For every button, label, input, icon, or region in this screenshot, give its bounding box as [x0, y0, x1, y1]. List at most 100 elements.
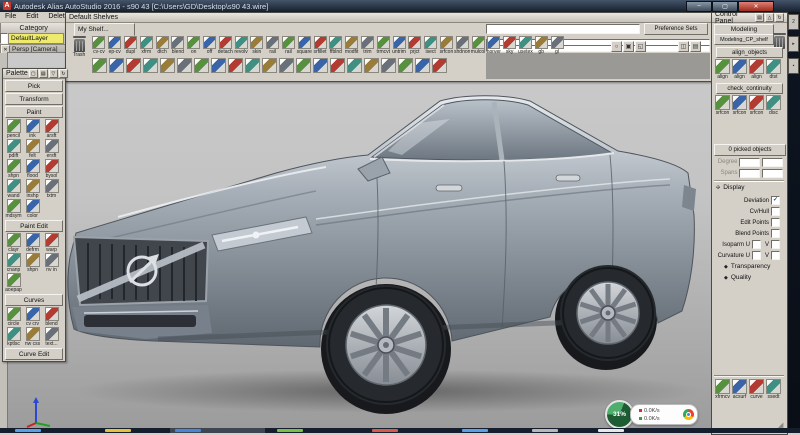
tool-mulcol[interactable]: mulcol [470, 36, 486, 55]
tool-gb[interactable]: gb [533, 36, 549, 55]
palette-section-transform[interactable]: Transform [5, 93, 63, 105]
panel-icon[interactable]: ▤ [690, 41, 701, 52]
display-section-header[interactable]: ✣ Display [716, 184, 745, 191]
taskbar-app-icon[interactable] [532, 429, 558, 432]
shelf-tool[interactable] [244, 58, 261, 73]
tool-kptlsc[interactable]: kptlsc [4, 327, 23, 347]
taskbar-app-icon[interactable] [462, 429, 488, 432]
picked-objects-bar[interactable]: 0 picked objects [714, 144, 786, 156]
tool-disc[interactable]: disc [765, 95, 782, 116]
edge-tab-2[interactable]: ▸ [788, 36, 799, 52]
tool-ffblnd[interactable]: ffblnd [328, 36, 344, 55]
shelf-tool[interactable] [380, 58, 397, 73]
shelf-tool[interactable] [363, 58, 380, 73]
tool-felt[interactable]: felt [23, 139, 42, 159]
tool-ersft[interactable]: ersft [42, 139, 61, 159]
shelf-tool[interactable] [278, 58, 295, 73]
shelf-tool[interactable] [176, 58, 193, 73]
quality-section[interactable]: ◆ Quality [724, 274, 751, 281]
tool-inshp[interactable]: inshp [23, 179, 42, 199]
spans-input-u[interactable] [739, 169, 760, 178]
shelf-tool[interactable] [312, 58, 329, 73]
rear-wheel[interactable] [560, 265, 656, 361]
tool-align[interactable]: align [731, 59, 748, 80]
tool-gl[interactable]: gl [549, 36, 565, 55]
tool-cv-crv[interactable]: cv crv [23, 307, 42, 327]
tool-curve[interactable]: curve [748, 379, 765, 400]
checkbox[interactable] [752, 240, 761, 249]
tool-align[interactable]: align [714, 59, 731, 80]
palette-section-curves[interactable]: Curves [5, 294, 63, 306]
tool-dtst[interactable]: dtst [765, 59, 782, 80]
shelf-tool[interactable] [227, 58, 244, 73]
tool-circle[interactable]: circle [4, 307, 23, 327]
tool-warp[interactable]: warp [42, 233, 61, 253]
tool-skin[interactable]: skin [249, 36, 265, 55]
taskbar-app-icon[interactable] [105, 429, 131, 432]
shelf-tool[interactable] [261, 58, 278, 73]
tool-mdsym[interactable]: mdsym [4, 199, 23, 219]
tool-on[interactable]: on [186, 36, 202, 55]
tab-my-shelf[interactable]: My Shelf... [74, 23, 135, 36]
checkbox[interactable]: ✓ [771, 196, 780, 205]
tool-isect[interactable]: isect [423, 36, 439, 55]
cp-shelf-name[interactable]: Modeling_CP_shelf [714, 34, 774, 45]
preference-sets-button[interactable]: Preference Sets [644, 23, 708, 35]
tool-dupl[interactable]: dupl [123, 36, 139, 55]
checkbox[interactable] [752, 251, 761, 260]
edge-tab-3[interactable]: ▪ [788, 58, 799, 74]
degree-input-u[interactable] [739, 158, 760, 167]
palette-window[interactable]: Palette ▢▤▽↻ PickTransformPaintpencilink… [2, 68, 66, 362]
expand-icon[interactable]: ✣ [716, 185, 720, 191]
palette-section-paint-edit[interactable]: Paint Edit [5, 220, 63, 232]
tool-wand[interactable]: wand [4, 179, 23, 199]
tool-nv-in[interactable]: nv in [42, 253, 61, 273]
tool-defrm[interactable]: defrm [23, 233, 42, 253]
menu-edit[interactable]: Edit [21, 12, 43, 22]
tool-bysol[interactable]: bysol [42, 159, 61, 179]
degree-input-v[interactable] [762, 158, 783, 167]
transparency-section[interactable]: ◆ Transparency [724, 263, 770, 270]
tool-srfcon[interactable]: srfcon [748, 95, 765, 116]
tool-arsft[interactable]: arsft [42, 119, 61, 139]
shelf-tool[interactable] [108, 58, 125, 73]
palette-titlebar[interactable]: Palette ▢▤▽↻ [3, 69, 65, 79]
checkbox[interactable] [771, 229, 780, 238]
tool-shpn[interactable]: shpn [23, 253, 42, 273]
tool-pencil[interactable]: pencil [4, 119, 23, 139]
default-shelves-window[interactable]: Default Shelves My Shelf... Preference S… [65, 12, 713, 82]
tool-srfcon[interactable]: srfcon [439, 36, 455, 55]
shelf-tool[interactable] [431, 58, 448, 73]
checkbox[interactable] [771, 207, 780, 216]
cp-group-align_objects[interactable]: align_objects [716, 47, 783, 58]
minimize-button[interactable]: – [686, 1, 712, 12]
grid-icon[interactable]: ▣ [623, 41, 634, 52]
tool-trmcvt[interactable]: trmcvt [375, 36, 391, 55]
tool-srfcon[interactable]: srfcon [731, 95, 748, 116]
stack-icon[interactable]: ▤ [39, 69, 48, 78]
taskbar-app-icon[interactable] [15, 429, 41, 432]
pick-icon[interactable]: ◱ [635, 41, 646, 52]
cycle-icon[interactable]: ↻ [775, 13, 784, 22]
tool-revolv[interactable]: revolv [233, 36, 249, 55]
palette-section-curve-edit[interactable]: Curve Edit [5, 348, 63, 360]
tool-shpn[interactable]: shpn [4, 159, 23, 179]
tool-dtch[interactable]: dtch [154, 36, 170, 55]
pin-icon[interactable]: ▽ [49, 69, 58, 78]
tool-horver[interactable]: horver [486, 36, 502, 55]
taskbar-app-icon[interactable] [372, 429, 398, 432]
layer-visibility-toggle[interactable] [0, 33, 8, 44]
checkbox-v[interactable] [771, 251, 780, 260]
shelves-window-titlebar[interactable]: Default Shelves [66, 13, 712, 23]
shelf-tool[interactable] [159, 58, 176, 73]
tool-ink[interactable]: ink [23, 119, 42, 139]
tool-usetex[interactable]: usetex [518, 36, 534, 55]
edge-tab-1[interactable]: 2 [788, 14, 799, 30]
tool-trim[interactable]: trim [360, 36, 376, 55]
tool-prjct[interactable]: prjct [407, 36, 423, 55]
tool-detach[interactable]: detach [217, 36, 233, 55]
tool-ssedt[interactable]: ssedt [765, 379, 782, 400]
shelf-tool[interactable] [91, 58, 108, 73]
tool-rail[interactable]: rail [281, 36, 297, 55]
cycle-icon[interactable]: ↻ [59, 69, 68, 78]
